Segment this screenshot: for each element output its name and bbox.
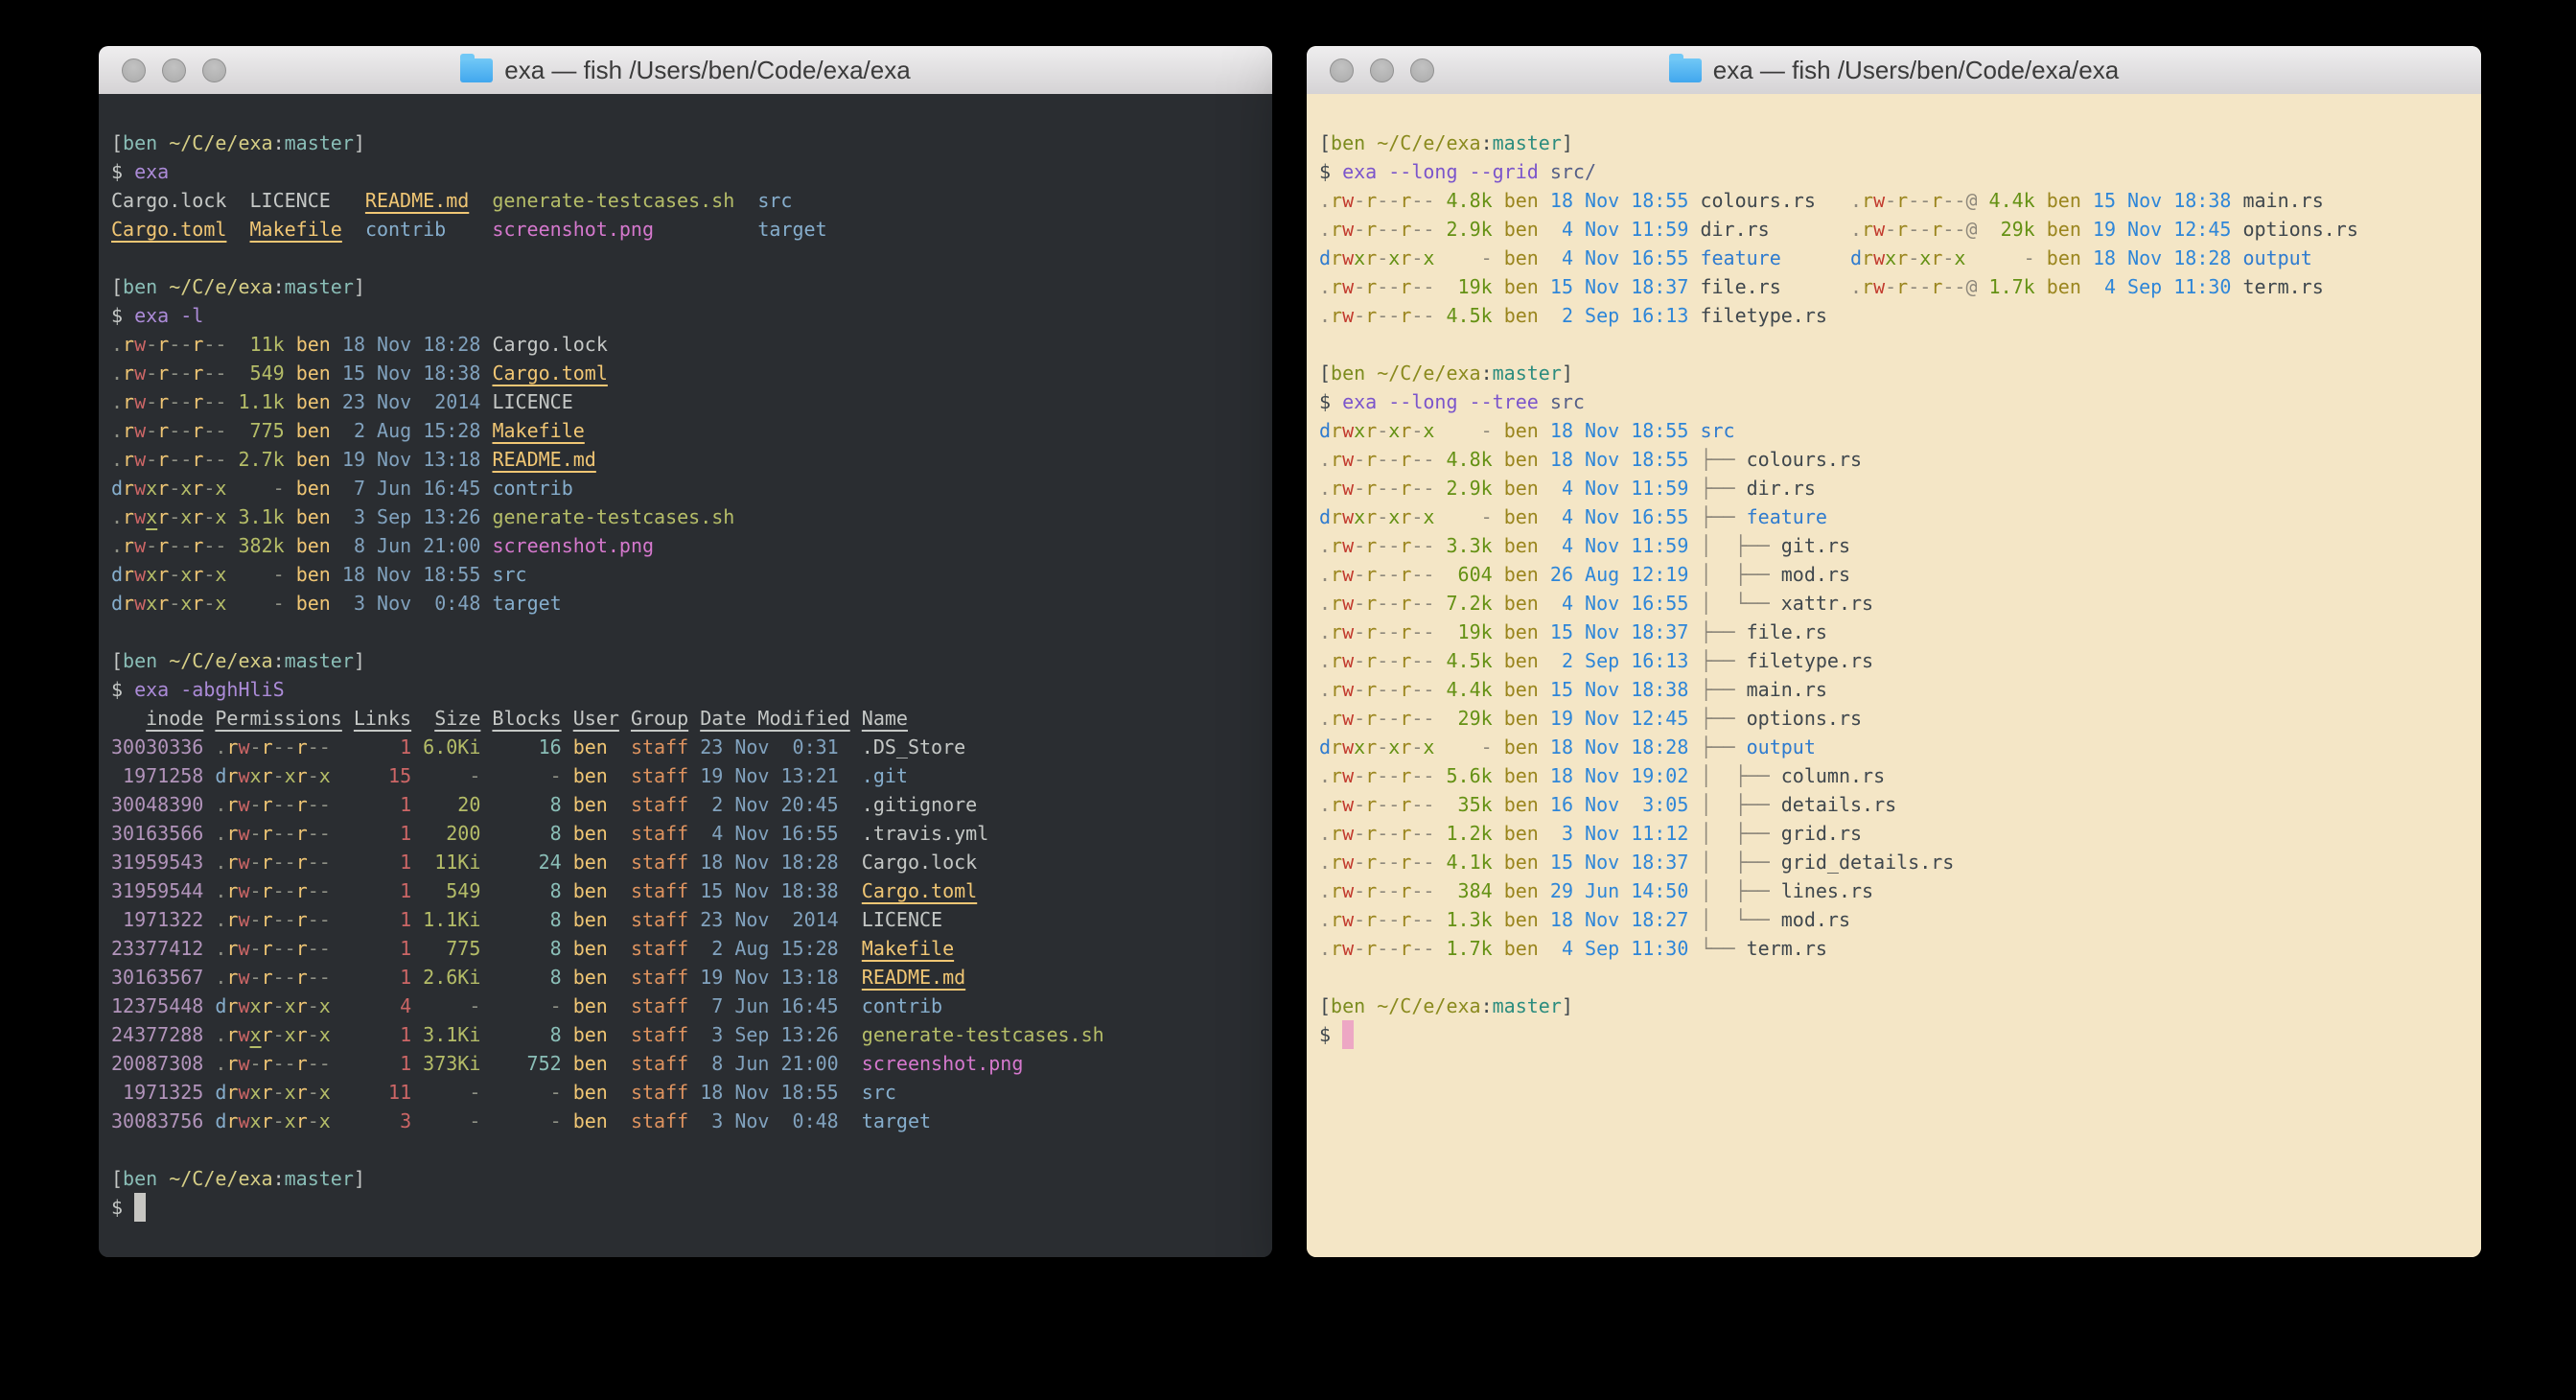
- terminal-line: .rw-r--r-- 7.2k ben 4 Nov 16:55 │ └── xa…: [1319, 589, 2469, 618]
- terminal-line: $ exa -abghHliS: [111, 675, 1260, 704]
- terminal-line: 30030336 .rw-r--r-- 1 6.0Ki 16 ben staff…: [111, 733, 1260, 761]
- terminal-line: 1971258 drwxr-xr-x 15 - - ben staff 19 N…: [111, 761, 1260, 790]
- terminal-line: drwxr-xr-x - ben 18 Nov 18:55 src: [111, 560, 1260, 589]
- terminal-line: .rw-r--r-- 382k ben 8 Jun 21:00 screensh…: [111, 531, 1260, 560]
- terminal-line: [111, 244, 1260, 272]
- terminal-line: drwxr-xr-x - ben 4 Nov 16:55 feature drw…: [1319, 244, 2469, 272]
- terminal-line: $ exa --long --grid src/: [1319, 157, 2469, 186]
- window-title-text: exa — fish /Users/ben/Code/exa/exa: [1713, 56, 2119, 85]
- terminal-line: 23377412 .rw-r--r-- 1 775 8 ben staff 2 …: [111, 934, 1260, 963]
- terminal-line: [1319, 963, 2469, 992]
- terminal-line: [ben ~/C/e/exa:master]: [1319, 992, 2469, 1020]
- terminal-line: .rw-r--r-- 3.3k ben 4 Nov 11:59 │ ├── gi…: [1319, 531, 2469, 560]
- terminal-line: 12375448 drwxr-xr-x 4 - - ben staff 7 Ju…: [111, 992, 1260, 1020]
- title-bar[interactable]: exa — fish /Users/ben/Code/exa/exa: [99, 46, 1272, 95]
- terminal-line: .rw-r--r-- 4.5k ben 2 Sep 16:13 filetype…: [1319, 301, 2469, 330]
- terminal-line: .rw-r--r-- 2.9k ben 4 Nov 11:59 ├── dir.…: [1319, 474, 2469, 502]
- window-title-text: exa — fish /Users/ben/Code/exa/exa: [504, 56, 910, 85]
- close-button[interactable]: [122, 58, 146, 82]
- traffic-lights: [1330, 46, 1434, 94]
- terminal-line: $ exa: [111, 157, 1260, 186]
- terminal-line: 1971325 drwxr-xr-x 11 - - ben staff 18 N…: [111, 1078, 1260, 1107]
- terminal-line: .rw-r--r-- 2.7k ben 19 Nov 13:18 README.…: [111, 445, 1260, 474]
- minimize-button[interactable]: [162, 58, 186, 82]
- terminal-line: .rw-r--r-- 2.9k ben 4 Nov 11:59 dir.rs .…: [1319, 215, 2469, 244]
- terminal-line: .rw-r--r-- 1.3k ben 18 Nov 18:27 │ └── m…: [1319, 905, 2469, 934]
- terminal-line: .rw-r--r-- 35k ben 16 Nov 3:05 │ ├── det…: [1319, 790, 2469, 819]
- terminal-line: [ben ~/C/e/exa:master]: [111, 1164, 1260, 1193]
- terminal-line: 20087308 .rw-r--r-- 1 373Ki 752 ben staf…: [111, 1049, 1260, 1078]
- terminal-line: 31959543 .rw-r--r-- 1 11Ki 24 ben staff …: [111, 848, 1260, 876]
- terminal-line: 31959544 .rw-r--r-- 1 549 8 ben staff 15…: [111, 876, 1260, 905]
- title-bar[interactable]: exa — fish /Users/ben/Code/exa/exa: [1307, 46, 2481, 95]
- terminal-line: drwxr-xr-x - ben 3 Nov 0:48 target: [111, 589, 1260, 618]
- terminal-line: .rw-r--r-- 384 ben 29 Jun 14:50 │ ├── li…: [1319, 876, 2469, 905]
- terminal-line: Cargo.lock LICENCE README.md generate-te…: [111, 186, 1260, 215]
- terminal-output[interactable]: [ben ~/C/e/exa:master]$ exa --long --gri…: [1307, 94, 2481, 1257]
- terminal-line: [ben ~/C/e/exa:master]: [111, 272, 1260, 301]
- cursor: [1342, 1020, 1354, 1049]
- terminal-line: 30083756 drwxr-xr-x 3 - - ben staff 3 No…: [111, 1107, 1260, 1135]
- cursor: [134, 1193, 146, 1222]
- folder-icon: [460, 58, 493, 82]
- terminal-line: .rw-r--r-- 19k ben 15 Nov 18:37 ├── file…: [1319, 618, 2469, 646]
- terminal-line: .rw-r--r-- 775 ben 2 Aug 15:28 Makefile: [111, 416, 1260, 445]
- terminal-line: drwxr-xr-x - ben 18 Nov 18:28 ├── output: [1319, 733, 2469, 761]
- terminal-line: $: [111, 1193, 1260, 1222]
- terminal-line: .rw-r--r-- 1.2k ben 3 Nov 11:12 │ ├── gr…: [1319, 819, 2469, 848]
- close-button[interactable]: [1330, 58, 1354, 82]
- terminal-line: .rw-r--r-- 549 ben 15 Nov 18:38 Cargo.to…: [111, 359, 1260, 387]
- terminal-line: .rw-r--r-- 4.4k ben 15 Nov 18:38 ├── mai…: [1319, 675, 2469, 704]
- terminal-line: drwxr-xr-x - ben 7 Jun 16:45 contrib: [111, 474, 1260, 502]
- terminal-line: .rw-r--r-- 4.8k ben 18 Nov 18:55 ├── col…: [1319, 445, 2469, 474]
- terminal-line: .rw-r--r-- 1.1k ben 23 Nov 2014 LICENCE: [111, 387, 1260, 416]
- terminal-line: [111, 1135, 1260, 1164]
- terminal-line: drwxr-xr-x - ben 18 Nov 18:55 src: [1319, 416, 2469, 445]
- terminal-window-right: exa — fish /Users/ben/Code/exa/exa [ben …: [1307, 46, 2481, 1257]
- terminal-line: inode Permissions Links Size Blocks User…: [111, 704, 1260, 733]
- terminal-line: .rw-r--r-- 4.5k ben 2 Sep 16:13 ├── file…: [1319, 646, 2469, 675]
- terminal-line: .rw-r--r-- 5.6k ben 18 Nov 19:02 │ ├── c…: [1319, 761, 2469, 790]
- terminal-output[interactable]: [ben ~/C/e/exa:master]$ exaCargo.lock LI…: [99, 94, 1272, 1257]
- terminal-line: 1971322 .rw-r--r-- 1 1.1Ki 8 ben staff 2…: [111, 905, 1260, 934]
- terminal-line: [ben ~/C/e/exa:master]: [111, 128, 1260, 157]
- terminal-line: .rwxr-xr-x 3.1k ben 3 Sep 13:26 generate…: [111, 502, 1260, 531]
- terminal-line: [1319, 330, 2469, 359]
- terminal-line: .rw-r--r-- 604 ben 26 Aug 12:19 │ ├── mo…: [1319, 560, 2469, 589]
- terminal-line: .rw-r--r-- 4.1k ben 15 Nov 18:37 │ ├── g…: [1319, 848, 2469, 876]
- terminal-line: 24377288 .rwxr-xr-x 1 3.1Ki 8 ben staff …: [111, 1020, 1260, 1049]
- traffic-lights: [122, 46, 226, 94]
- minimize-button[interactable]: [1370, 58, 1394, 82]
- terminal-line: Cargo.toml Makefile contrib screenshot.p…: [111, 215, 1260, 244]
- window-title: exa — fish /Users/ben/Code/exa/exa: [460, 56, 910, 85]
- terminal-line: [111, 618, 1260, 646]
- terminal-line: $ exa -l: [111, 301, 1260, 330]
- terminal-window-left: exa — fish /Users/ben/Code/exa/exa [ben …: [99, 46, 1272, 1257]
- terminal-line: 30163566 .rw-r--r-- 1 200 8 ben staff 4 …: [111, 819, 1260, 848]
- zoom-button[interactable]: [202, 58, 226, 82]
- terminal-line: .rw-r--r-- 11k ben 18 Nov 18:28 Cargo.lo…: [111, 330, 1260, 359]
- folder-icon: [1669, 58, 1702, 82]
- terminal-line: .rw-r--r-- 1.7k ben 4 Sep 11:30 └── term…: [1319, 934, 2469, 963]
- terminal-line: drwxr-xr-x - ben 4 Nov 16:55 ├── feature: [1319, 502, 2469, 531]
- zoom-button[interactable]: [1410, 58, 1434, 82]
- terminal-line: .rw-r--r-- 19k ben 15 Nov 18:37 file.rs …: [1319, 272, 2469, 301]
- window-title: exa — fish /Users/ben/Code/exa/exa: [1669, 56, 2119, 85]
- terminal-line: $: [1319, 1020, 2469, 1049]
- terminal-line: 30048390 .rw-r--r-- 1 20 8 ben staff 2 N…: [111, 790, 1260, 819]
- terminal-line: [ben ~/C/e/exa:master]: [1319, 128, 2469, 157]
- terminal-line: 30163567 .rw-r--r-- 1 2.6Ki 8 ben staff …: [111, 963, 1260, 992]
- terminal-line: [ben ~/C/e/exa:master]: [111, 646, 1260, 675]
- terminal-line: .rw-r--r-- 29k ben 19 Nov 12:45 ├── opti…: [1319, 704, 2469, 733]
- terminal-line: $ exa --long --tree src: [1319, 387, 2469, 416]
- terminal-line: [ben ~/C/e/exa:master]: [1319, 359, 2469, 387]
- terminal-line: .rw-r--r-- 4.8k ben 18 Nov 18:55 colours…: [1319, 186, 2469, 215]
